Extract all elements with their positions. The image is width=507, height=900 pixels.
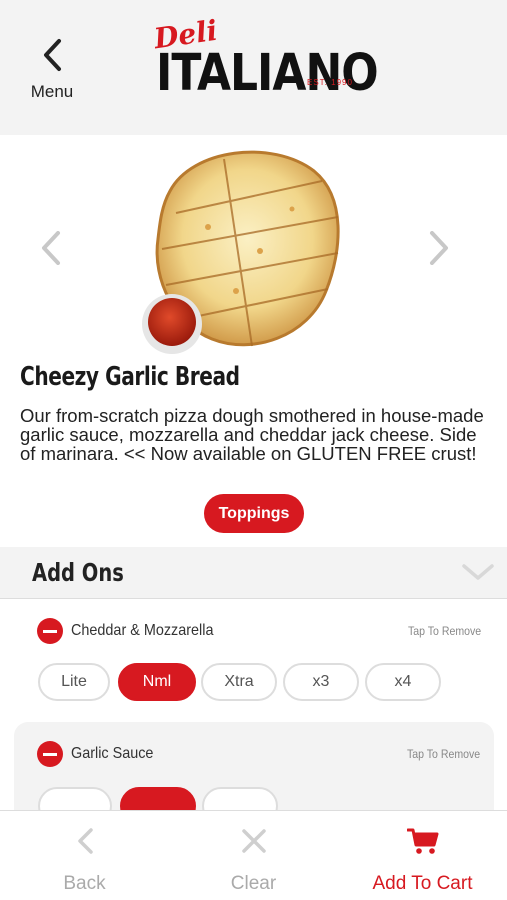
- tap-to-remove-label[interactable]: Tap To Remove: [408, 624, 481, 638]
- option-xtra[interactable]: Xtra: [201, 663, 277, 701]
- back-label: Back: [63, 873, 106, 894]
- addons-title: Add Ons: [32, 558, 124, 587]
- tap-to-remove-label[interactable]: Tap To Remove: [407, 747, 480, 761]
- logo-main: ITALIANO: [156, 44, 379, 103]
- menu-label: Menu: [30, 82, 74, 101]
- header: Menu Deli ITALIANO EST. 1990: [0, 0, 507, 135]
- next-image-button[interactable]: [424, 231, 454, 265]
- toppings-button[interactable]: Toppings: [204, 494, 304, 533]
- addon-name: Cheddar & Mozzarella: [71, 622, 214, 639]
- option-x3[interactable]: x3: [283, 663, 359, 701]
- clear-button[interactable]: Clear: [169, 811, 338, 900]
- product-title: Cheezy Garlic Bread: [20, 362, 240, 392]
- bottom-nav: Back Clear Add To Cart: [0, 810, 507, 900]
- logo: Deli ITALIANO EST. 1990: [152, 14, 379, 118]
- option-x4[interactable]: x4: [365, 663, 441, 701]
- add-to-cart-button[interactable]: Add To Cart: [338, 811, 507, 900]
- addon-name: Garlic Sauce: [71, 745, 154, 762]
- option-nml[interactable]: Nml: [118, 663, 196, 701]
- menu-button[interactable]: Menu: [22, 38, 82, 108]
- chevron-left-icon: [42, 231, 60, 265]
- add-to-cart-label: Add To Cart: [372, 873, 473, 894]
- minus-icon[interactable]: [37, 618, 63, 644]
- clear-label: Clear: [230, 873, 277, 894]
- addon-cheddar-mozzarella: Cheddar & Mozzarella Tap To Remove Lite …: [0, 600, 507, 720]
- chevron-down-icon: [462, 564, 494, 580]
- chevron-left-icon: [44, 39, 61, 71]
- back-button[interactable]: Back: [0, 811, 169, 900]
- previous-image-button[interactable]: [36, 231, 66, 265]
- garlic-bread-image: [142, 150, 340, 354]
- logo-est: EST. 1990: [307, 78, 353, 87]
- chevron-left-icon: [77, 828, 93, 854]
- close-icon: [241, 829, 266, 853]
- page: Menu Deli ITALIANO EST. 1990 Cheezy Garl…: [0, 0, 507, 900]
- product-image-carousel: [0, 135, 507, 360]
- chevron-right-icon: [430, 231, 448, 265]
- minus-icon[interactable]: [37, 741, 63, 767]
- option-lite[interactable]: Lite: [38, 663, 110, 701]
- addons-header[interactable]: Add Ons: [0, 547, 507, 599]
- product-description: Our from-scratch pizza dough smothered i…: [20, 405, 484, 464]
- addon-garlic-sauce: Garlic Sauce Tap To Remove: [14, 722, 494, 825]
- cart-icon: [406, 828, 438, 854]
